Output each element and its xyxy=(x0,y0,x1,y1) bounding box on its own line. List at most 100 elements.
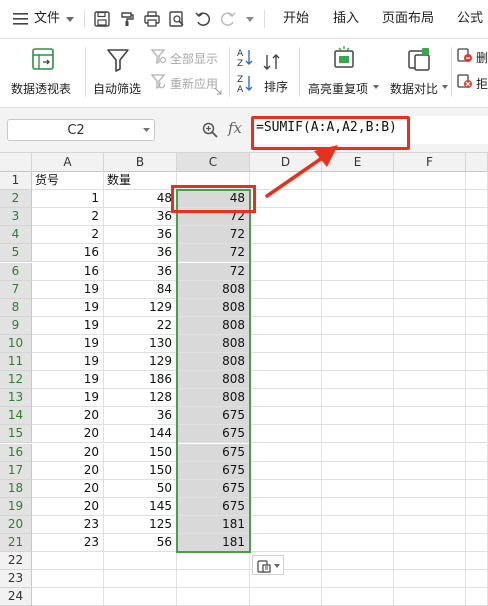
cell-a7[interactable]: 19 xyxy=(32,280,104,299)
row-header-3[interactable]: 3 xyxy=(0,208,32,227)
cell-overflow[interactable] xyxy=(466,208,488,227)
zoom-icon[interactable] xyxy=(201,121,219,139)
cell-e16[interactable] xyxy=(322,443,394,462)
cell-overflow[interactable] xyxy=(466,280,488,299)
cell-f20[interactable] xyxy=(394,515,466,534)
row-header-20[interactable]: 20 xyxy=(0,515,32,534)
cell-b19[interactable]: 145 xyxy=(104,497,177,516)
cell-overflow[interactable] xyxy=(466,244,488,263)
cell-d6[interactable] xyxy=(250,262,322,281)
cell-e12[interactable] xyxy=(322,371,394,390)
cell-d4[interactable] xyxy=(250,226,322,245)
cell-d13[interactable] xyxy=(250,389,322,408)
cell-e5[interactable] xyxy=(322,244,394,263)
cell-e18[interactable] xyxy=(322,479,394,498)
cell-a3[interactable]: 2 xyxy=(32,208,104,227)
cell-e2[interactable] xyxy=(322,190,394,209)
cell-f13[interactable] xyxy=(394,389,466,408)
cell-c2[interactable]: 48 xyxy=(177,190,250,209)
cell-b24[interactable] xyxy=(104,588,177,606)
cell-b10[interactable]: 130 xyxy=(104,334,177,353)
row-header-17[interactable]: 17 xyxy=(0,461,32,480)
file-menu[interactable]: 文件 xyxy=(34,0,60,38)
cell-b1[interactable]: 数量 xyxy=(104,172,177,191)
cell-overflow[interactable] xyxy=(466,316,488,335)
cell-overflow[interactable] xyxy=(466,534,488,553)
cell-a18[interactable]: 20 xyxy=(32,479,104,498)
cell-f16[interactable] xyxy=(394,443,466,462)
cell-c18[interactable]: 675 xyxy=(177,479,250,498)
cell-a20[interactable]: 23 xyxy=(32,515,104,534)
reject-duplicates-icon[interactable] xyxy=(457,73,473,89)
cell-c15[interactable]: 675 xyxy=(177,425,250,444)
delete-duplicates-icon[interactable] xyxy=(457,47,473,63)
cell-f21[interactable] xyxy=(394,534,466,553)
cell-a22[interactable] xyxy=(32,552,104,571)
cell-overflow[interactable] xyxy=(466,552,488,571)
cell-d1[interactable] xyxy=(250,172,322,191)
cell-b17[interactable]: 150 xyxy=(104,461,177,480)
redo-icon[interactable] xyxy=(219,10,237,28)
cell-overflow[interactable] xyxy=(466,425,488,444)
cell-d17[interactable] xyxy=(250,461,322,480)
cell-d21[interactable] xyxy=(250,534,322,553)
cell-c1[interactable] xyxy=(177,172,250,191)
cell-d12[interactable] xyxy=(250,371,322,390)
cell-e22[interactable] xyxy=(322,552,394,571)
cell-overflow[interactable] xyxy=(466,334,488,353)
cell-a15[interactable]: 20 xyxy=(32,425,104,444)
data-compare-button[interactable]: 数据对比 xyxy=(388,43,448,101)
cell-b14[interactable]: 36 xyxy=(104,407,177,426)
cell-b12[interactable]: 186 xyxy=(104,371,177,390)
row-header-9[interactable]: 9 xyxy=(0,316,32,335)
cell-overflow[interactable] xyxy=(466,497,488,516)
row-header-23[interactable]: 23 xyxy=(0,570,32,589)
highlight-duplicates-button[interactable]: 高亮重复项 xyxy=(305,43,383,101)
cell-f15[interactable] xyxy=(394,425,466,444)
chevron-down-icon[interactable] xyxy=(143,128,150,133)
select-all-corner[interactable] xyxy=(0,153,32,172)
cell-e15[interactable] xyxy=(322,425,394,444)
cell-b22[interactable] xyxy=(104,552,177,571)
cell-overflow[interactable] xyxy=(466,190,488,209)
cell-a9[interactable]: 19 xyxy=(32,316,104,335)
column-header-b[interactable]: B xyxy=(104,153,177,172)
cell-a4[interactable]: 2 xyxy=(32,226,104,245)
cell-c19[interactable]: 675 xyxy=(177,497,250,516)
row-header-22[interactable]: 22 xyxy=(0,552,32,571)
cell-a8[interactable]: 19 xyxy=(32,298,104,317)
cell-e7[interactable] xyxy=(322,280,394,299)
column-header-f[interactable]: F xyxy=(394,153,466,172)
cell-f10[interactable] xyxy=(394,334,466,353)
cell-e23[interactable] xyxy=(322,570,394,589)
row-header-12[interactable]: 12 xyxy=(0,371,32,390)
sort-descending-icon[interactable]: Z A xyxy=(236,73,254,93)
cell-b3[interactable]: 36 xyxy=(104,208,177,227)
cell-overflow[interactable] xyxy=(466,515,488,534)
cell-e21[interactable] xyxy=(322,534,394,553)
cell-e14[interactable] xyxy=(322,407,394,426)
cell-c6[interactable]: 72 xyxy=(177,262,250,281)
cell-c11[interactable]: 808 xyxy=(177,353,250,372)
cell-c13[interactable]: 808 xyxy=(177,389,250,408)
cell-d15[interactable] xyxy=(250,425,322,444)
cell-d7[interactable] xyxy=(250,280,322,299)
column-header-c[interactable]: C xyxy=(177,153,250,172)
cell-e24[interactable] xyxy=(322,588,394,606)
fx-icon[interactable]: fx xyxy=(228,119,242,137)
cell-e4[interactable] xyxy=(322,226,394,245)
cell-overflow[interactable] xyxy=(466,389,488,408)
cell-e1[interactable] xyxy=(322,172,394,191)
cell-b5[interactable]: 36 xyxy=(104,244,177,263)
cell-b11[interactable]: 129 xyxy=(104,353,177,372)
tab-page-layout[interactable]: 页面布局 xyxy=(382,0,434,38)
cell-b8[interactable]: 129 xyxy=(104,298,177,317)
cell-b20[interactable]: 125 xyxy=(104,515,177,534)
cell-e20[interactable] xyxy=(322,515,394,534)
cell-c24[interactable] xyxy=(177,588,250,606)
reapply-label[interactable]: 重新应用 xyxy=(170,75,218,92)
cell-a13[interactable]: 19 xyxy=(32,389,104,408)
cell-f2[interactable] xyxy=(394,190,466,209)
cell-overflow[interactable] xyxy=(466,479,488,498)
cell-b6[interactable]: 36 xyxy=(104,262,177,281)
